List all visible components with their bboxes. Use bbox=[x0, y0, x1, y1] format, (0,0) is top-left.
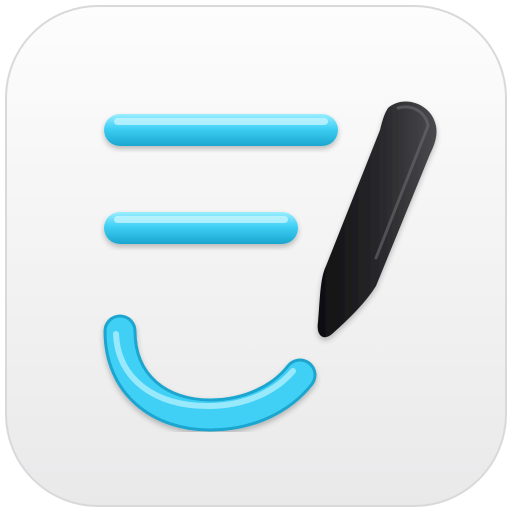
notes-pen-app-icon[interactable] bbox=[0, 0, 512, 512]
icon-tile-background bbox=[5, 5, 507, 507]
line-stroke-middle bbox=[104, 212, 298, 244]
line-stroke-top bbox=[104, 114, 338, 146]
app-icon-canvas bbox=[0, 0, 512, 512]
